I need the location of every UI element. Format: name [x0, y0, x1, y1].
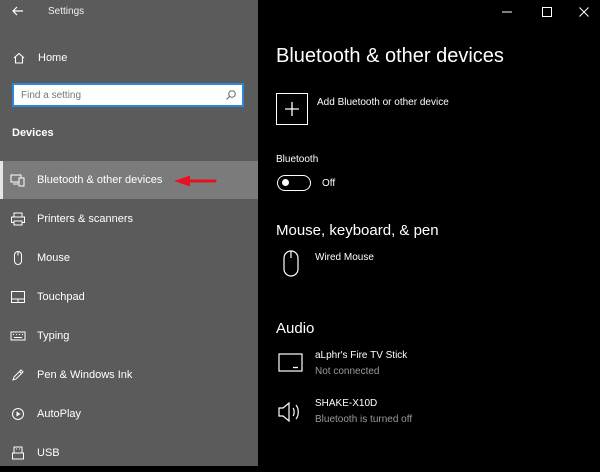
- sidebar-item-autoplay[interactable]: AutoPlay: [0, 395, 258, 433]
- mouse-icon: [283, 250, 299, 277]
- sidebar: Settings Home Devices Bluetooth & other …: [0, 0, 258, 466]
- sidebar-item-label: AutoPlay: [37, 408, 82, 420]
- sidebar-item-label: Typing: [37, 330, 70, 342]
- home-nav-item[interactable]: Home: [0, 44, 258, 72]
- pen-icon: [12, 369, 24, 381]
- device-name[interactable]: aLphr's Fire TV Stick: [315, 350, 407, 361]
- usb-icon: [12, 446, 24, 460]
- title-bar: Settings: [0, 0, 258, 24]
- touchpad-icon: [11, 291, 25, 303]
- sidebar-item-typing[interactable]: Typing: [0, 317, 258, 355]
- search-box[interactable]: [12, 83, 244, 107]
- sidebar-item-label: Bluetooth & other devices: [37, 174, 163, 186]
- back-arrow-icon[interactable]: [10, 3, 26, 19]
- bluetooth-toggle[interactable]: [277, 175, 311, 191]
- sidebar-item-label: Mouse: [37, 252, 71, 264]
- printer-icon: [11, 212, 25, 226]
- sidebar-item-label: Printers & scanners: [37, 213, 133, 225]
- device-status: Not connected: [315, 366, 380, 377]
- highlight-arrow-icon: [174, 175, 217, 187]
- sidebar-item-touchpad[interactable]: Touchpad: [0, 278, 258, 316]
- search-icon[interactable]: [225, 89, 237, 101]
- mkp-section-title: Mouse, keyboard, & pen: [276, 222, 439, 239]
- home-icon: [13, 52, 25, 64]
- minimize-icon[interactable]: [500, 5, 514, 19]
- sidebar-item-bluetooth[interactable]: Bluetooth & other devices: [0, 161, 258, 199]
- bluetooth-devices-icon: [10, 174, 25, 187]
- keyboard-icon: [10, 331, 26, 341]
- sidebar-item-usb[interactable]: USB: [0, 434, 258, 472]
- device-name[interactable]: Wired Mouse: [315, 252, 374, 263]
- sidebar-item-label: USB: [37, 447, 60, 459]
- add-device-button[interactable]: [276, 93, 308, 125]
- sidebar-item-mouse[interactable]: Mouse: [0, 239, 258, 277]
- audio-section-title: Audio: [276, 320, 315, 337]
- sidebar-item-label: Touchpad: [37, 291, 85, 303]
- display-icon: [278, 353, 303, 372]
- page-title: Bluetooth & other devices: [276, 45, 504, 67]
- sidebar-item-pen[interactable]: Pen & Windows Ink: [0, 356, 258, 394]
- sidebar-item-printers[interactable]: Printers & scanners: [0, 200, 258, 238]
- app-title: Settings: [48, 6, 85, 17]
- speaker-icon: [278, 401, 299, 423]
- search-input[interactable]: [21, 88, 221, 102]
- add-device-label[interactable]: Add Bluetooth or other device: [317, 97, 449, 108]
- bluetooth-section-title: Bluetooth: [276, 154, 319, 165]
- home-label: Home: [38, 52, 68, 64]
- main-content: Bluetooth & other devices Add Bluetooth …: [258, 0, 600, 466]
- autoplay-icon: [12, 408, 24, 420]
- mouse-icon: [14, 251, 22, 265]
- toggle-knob: [282, 179, 289, 186]
- device-status: Bluetooth is turned off: [315, 414, 413, 425]
- sidebar-item-label: Pen & Windows Ink: [37, 369, 133, 381]
- plus-icon: [285, 102, 299, 116]
- section-title: Devices: [12, 127, 54, 139]
- close-icon[interactable]: [577, 5, 591, 19]
- bluetooth-toggle-state: Off: [322, 178, 336, 189]
- maximize-icon[interactable]: [540, 5, 554, 19]
- device-name[interactable]: SHAKE-X10D: [315, 398, 377, 409]
